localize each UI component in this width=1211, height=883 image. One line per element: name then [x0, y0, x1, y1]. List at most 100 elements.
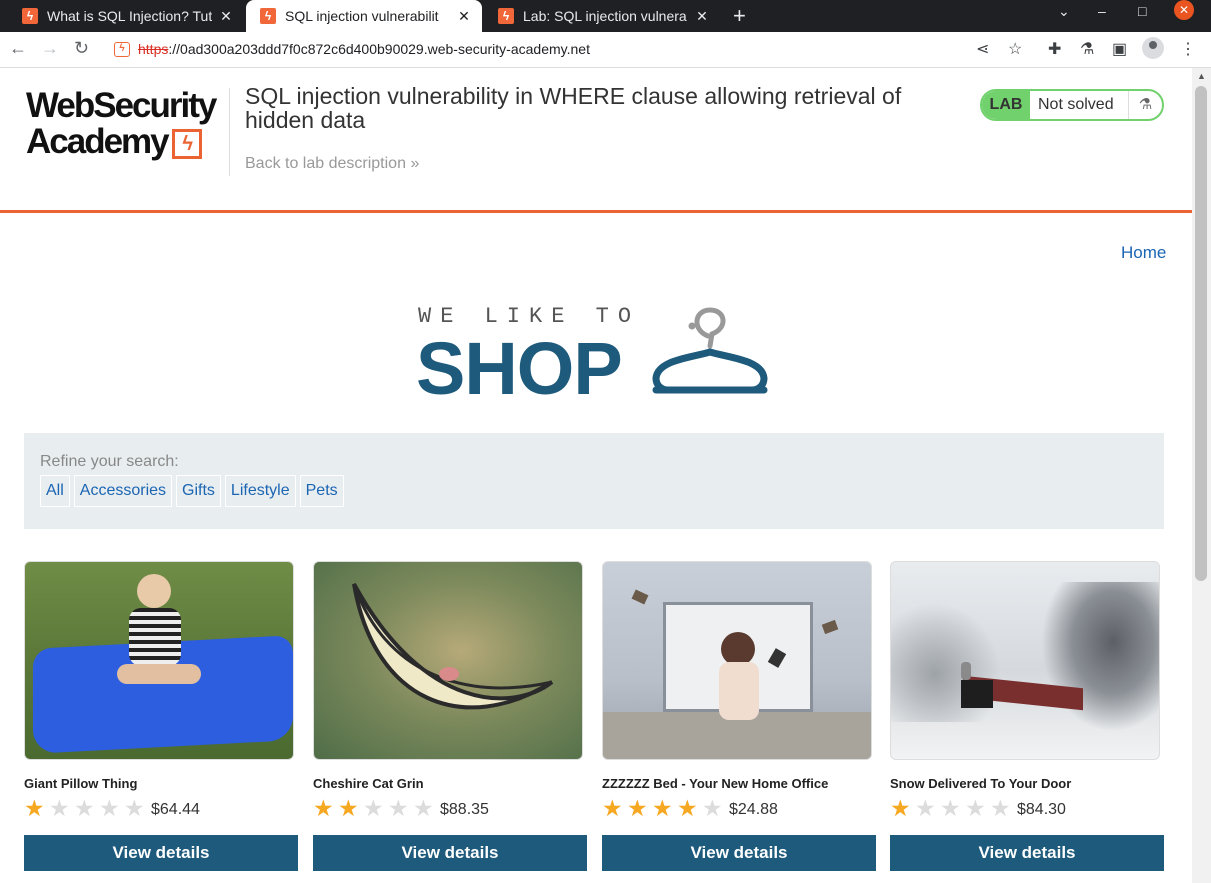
tab-sql-injection-vulnerability[interactable]: ϟ SQL injection vulnerabilit ✕	[246, 0, 482, 32]
tab-lab-sql-injection[interactable]: ϟ Lab: SQL injection vulnera ✕	[484, 0, 720, 32]
star-filled-icon: ★	[24, 795, 45, 821]
tab-title: SQL injection vulnerabilit	[285, 8, 439, 24]
new-tab-button[interactable]: +	[733, 3, 746, 29]
star-empty-icon: ★	[388, 795, 409, 821]
product-image-cheshire-cat-grin	[313, 561, 583, 760]
view-details-button[interactable]: View details	[602, 835, 876, 871]
star-empty-icon: ★	[124, 795, 145, 821]
product-name: Cheshire Cat Grin	[313, 776, 424, 791]
product-name: ZZZZZZ Bed - Your New Home Office	[602, 776, 829, 791]
web-page: WebSecurity Academy ϟ SQL injection vulne…	[0, 68, 1192, 883]
star-filled-icon: ★	[602, 795, 623, 821]
product-grid: Giant Pillow Thing ★ ★ ★ ★ ★ $64.44 View…	[24, 561, 1164, 881]
star-filled-icon: ★	[652, 795, 673, 821]
product-rating: ★ ★ ★ ★ ★ $24.88	[602, 796, 876, 820]
cheshire-grin-illustration	[352, 583, 554, 710]
browser-toolbar: ← → ↻ ϟ https://0ad300a203ddd7f0c872c6d4…	[0, 32, 1211, 68]
star-filled-icon: ★	[677, 795, 698, 821]
product-rating: ★ ★ ★ ★ ★ $88.35	[313, 796, 587, 820]
bookmark-star-icon[interactable]: ☆	[1008, 39, 1022, 59]
share-icon[interactable]: ⋖	[976, 39, 989, 59]
forward-arrow-icon[interactable]: →	[41, 38, 59, 59]
view-details-button[interactable]: View details	[24, 835, 298, 871]
tab-search-chevron-icon[interactable]: ⌄	[1058, 3, 1070, 20]
star-filled-icon: ★	[627, 795, 648, 821]
flask-icon: ⚗	[1128, 91, 1162, 119]
hanger-icon	[652, 307, 768, 394]
lab-status-widget: LAB Not solved ⚗	[980, 89, 1164, 121]
labs-flask-icon[interactable]: ⚗	[1080, 39, 1094, 59]
back-arrow-icon[interactable]: ←	[9, 38, 27, 59]
lab-header: WebSecurity Academy ϟ SQL injection vulne…	[0, 68, 1192, 213]
reload-icon[interactable]: ↻	[74, 38, 89, 59]
product-image-giant-pillow	[24, 561, 294, 760]
star-filled-icon: ★	[890, 795, 911, 821]
product-price: $84.30	[1017, 801, 1066, 818]
filter-all[interactable]: All	[40, 475, 70, 507]
product-price: $88.35	[440, 801, 489, 818]
portswigger-favicon-icon: ϟ	[22, 8, 38, 24]
side-panel-icon[interactable]: ▣	[1112, 39, 1127, 59]
star-empty-icon: ★	[413, 795, 434, 821]
url-text[interactable]: https://0ad300a203ddd7f0c872c6d400b90029…	[138, 41, 590, 57]
scroll-up-arrow-icon[interactable]: ▲	[1197, 71, 1206, 81]
back-to-lab-description-link[interactable]: Back to lab description »	[245, 155, 419, 173]
browser-tab-bar: ϟ What is SQL Injection? Tut ✕ ϟ SQL inj…	[0, 0, 1211, 32]
filter-lifestyle[interactable]: Lifestyle	[224, 475, 296, 507]
logo-line-2: Academy ϟ	[26, 124, 226, 160]
close-tab-icon[interactable]: ✕	[456, 8, 472, 25]
product-rating: ★ ★ ★ ★ ★ $64.44	[24, 796, 298, 820]
logo-line-1: WebSecurity	[26, 86, 217, 125]
home-link[interactable]: Home	[1121, 243, 1166, 263]
minimize-window-icon[interactable]: –	[1098, 3, 1106, 19]
filter-gifts[interactable]: Gifts	[176, 475, 221, 507]
star-empty-icon: ★	[49, 795, 70, 821]
view-details-button[interactable]: View details	[890, 835, 1164, 871]
star-empty-icon: ★	[940, 795, 961, 821]
portswigger-favicon-icon: ϟ	[260, 8, 276, 24]
close-tab-icon[interactable]: ✕	[218, 8, 234, 25]
filter-accessories[interactable]: Accessories	[73, 475, 173, 507]
product-name: Giant Pillow Thing	[24, 776, 138, 791]
star-empty-icon: ★	[915, 795, 936, 821]
product-card: Giant Pillow Thing ★ ★ ★ ★ ★ $64.44 View…	[24, 561, 298, 871]
star-empty-icon: ★	[74, 795, 95, 821]
lab-badge: LAB	[982, 91, 1030, 119]
lightning-bolt-icon: ϟ	[171, 128, 202, 159]
browser-menu-icon[interactable]: ⋮	[1180, 39, 1196, 59]
web-security-academy-logo[interactable]: WebSecurity Academy ϟ	[26, 88, 226, 160]
star-empty-icon: ★	[363, 795, 384, 821]
tab-title: What is SQL Injection? Tut	[47, 8, 212, 24]
product-image-zzzzzz-bed	[602, 561, 872, 760]
star-empty-icon: ★	[990, 795, 1011, 821]
header-divider	[229, 88, 230, 176]
product-card: ZZZZZZ Bed - Your New Home Office ★ ★ ★ …	[602, 561, 876, 871]
star-empty-icon: ★	[99, 795, 120, 821]
refine-search-label: Refine your search:	[40, 453, 179, 470]
close-tab-icon[interactable]: ✕	[694, 8, 710, 25]
extensions-puzzle-icon[interactable]: ✚	[1048, 39, 1061, 59]
product-card: Cheshire Cat Grin ★ ★ ★ ★ ★ $88.35 View …	[313, 561, 587, 871]
not-secure-icon[interactable]: ϟ	[114, 42, 130, 57]
product-price: $24.88	[729, 801, 778, 818]
scrollbar-thumb[interactable]	[1195, 86, 1207, 581]
lab-status-text: Not solved	[1038, 96, 1114, 113]
address-bar[interactable]: ϟ https://0ad300a203ddd7f0c872c6d400b900…	[104, 36, 1034, 64]
star-filled-icon: ★	[313, 795, 334, 821]
tab-title: Lab: SQL injection vulnera	[523, 8, 687, 24]
close-window-icon[interactable]: ✕	[1174, 0, 1194, 20]
product-image-snow-train	[890, 561, 1160, 760]
portswigger-favicon-icon: ϟ	[498, 8, 514, 24]
lab-title: SQL injection vulnerability in WHERE cla…	[245, 83, 902, 133]
refine-search-panel: Refine your search: All Accessories Gift…	[24, 433, 1164, 529]
we-like-to-shop-logo: WE LIKE TO SHOP	[416, 300, 778, 410]
view-details-button[interactable]: View details	[313, 835, 587, 871]
page-scrollbar[interactable]: ▲	[1192, 68, 1211, 883]
profile-avatar-icon[interactable]	[1142, 37, 1164, 59]
product-price: $64.44	[151, 801, 200, 818]
star-empty-icon: ★	[702, 795, 723, 821]
category-filters: All Accessories Gifts Lifestyle Pets	[40, 475, 344, 507]
filter-pets[interactable]: Pets	[299, 475, 344, 507]
maximize-window-icon[interactable]: □	[1138, 3, 1146, 19]
tab-sql-injection-tutorial[interactable]: ϟ What is SQL Injection? Tut ✕	[8, 0, 244, 32]
